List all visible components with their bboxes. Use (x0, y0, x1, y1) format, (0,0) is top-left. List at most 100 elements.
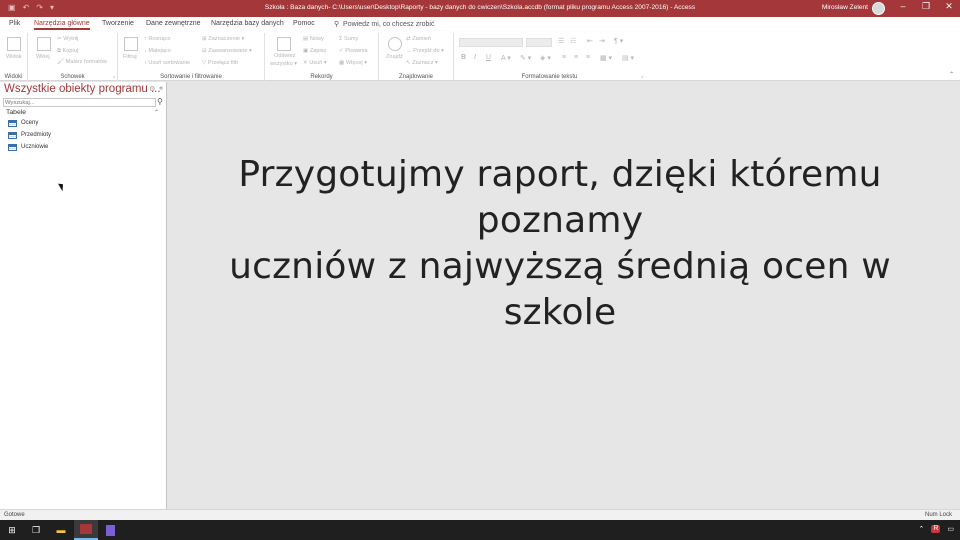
totals-button[interactable]: Σ Sumy (339, 36, 358, 42)
access-icon (80, 524, 92, 534)
start-button[interactable]: ⊞ (0, 520, 24, 540)
view-button[interactable]: Widok (6, 54, 22, 60)
nav-item-uczniowie[interactable]: Uczniowie (8, 142, 48, 152)
refresh-all-button[interactable]: Odśwież (274, 53, 295, 59)
tab-plik[interactable]: Plik (9, 20, 20, 27)
task-view-button[interactable]: ❐ (24, 520, 48, 540)
group-label-schowek: Schowek (60, 74, 85, 80)
paste-icon[interactable] (37, 37, 51, 51)
navpane-group-tables[interactable]: Tabele (6, 109, 26, 116)
refresh-all-button-line2[interactable]: wszystko ▾ (270, 61, 297, 67)
delete-icon: ✕ (303, 60, 308, 66)
align-center-icon[interactable]: ≡ (574, 54, 578, 61)
advanced-button[interactable]: ⊟ Zaawansowane ▾ (202, 48, 252, 54)
shutter-bar-close-icon[interactable]: « (159, 85, 163, 93)
tab-external-data[interactable]: Dane zewnętrzne (146, 20, 200, 27)
format-dialog-launcher-icon[interactable]: ⌟ (641, 73, 643, 79)
select-button[interactable]: ↖ Zaznacz ▾ (406, 60, 438, 66)
fill-color-icon[interactable]: ◈ ▾ (540, 54, 551, 62)
navigation-pane: Wszystkie obiekty programu ... ⊙ « ⚲ Tab… (0, 82, 167, 509)
notepad-taskbar-button[interactable] (98, 520, 122, 540)
caption-line-1: Przygotujmy raport, dzięki któremu pozna… (238, 154, 882, 241)
indent-icon[interactable]: ⇤ (587, 37, 593, 45)
tab-home[interactable]: Narzędzia główne (34, 20, 90, 30)
bold-button[interactable]: B (461, 54, 466, 61)
tab-help[interactable]: Pomoc (293, 20, 315, 27)
remove-sort-button[interactable]: ↕ Usuń sortowanie (144, 60, 190, 66)
align-right-icon[interactable]: ≡ (586, 54, 590, 61)
navpane-search-input[interactable] (3, 98, 156, 107)
more-button[interactable]: ▦ Więcej ▾ (339, 60, 367, 66)
spelling-button[interactable]: ✓ Pisownia (339, 48, 368, 54)
overlay-caption: Przygotujmy raport, dzięki któremu pozna… (208, 152, 912, 336)
dialog-launcher-icon[interactable]: ⌟ (113, 73, 115, 79)
tray-expand-icon[interactable]: ⌃ (918, 525, 924, 533)
collapse-ribbon-icon[interactable]: ⌃ (949, 71, 954, 78)
find-icon[interactable] (388, 37, 402, 51)
paragraph-icon[interactable]: ¶ ▾ (614, 37, 623, 45)
font-color-icon[interactable]: A ▾ (501, 54, 511, 62)
restore-icon[interactable]: ❐ (921, 1, 931, 12)
navpane-menu-icon[interactable]: ⊙ (149, 85, 155, 93)
numbering-icon[interactable]: ☷ (570, 37, 576, 45)
filter-button[interactable]: Filtruj (123, 54, 137, 60)
access-tray-icon[interactable]: R (931, 525, 941, 533)
notification-icon[interactable]: ▭ (947, 525, 954, 533)
view-icon[interactable] (7, 37, 21, 51)
nav-item-przedmioty[interactable]: Przedmioty (8, 130, 51, 140)
file-explorer-button[interactable]: ▬ (49, 520, 73, 540)
alternate-row-icon[interactable]: ▤ ▾ (622, 54, 634, 62)
font-name-dropdown[interactable] (459, 38, 523, 47)
tab-create[interactable]: Tworzenie (102, 20, 134, 27)
group-label-znajdowanie: Znajdowanie (398, 74, 434, 80)
delete-record-button[interactable]: ✕ Usuń ▾ (303, 60, 327, 66)
underline-button[interactable]: U (486, 54, 491, 61)
align-left-icon[interactable]: ≡ (562, 54, 566, 61)
font-size-dropdown[interactable] (526, 38, 552, 47)
close-icon[interactable]: ✕ (944, 1, 954, 12)
tell-me-box[interactable]: ⚲ Powiedz mi, co chcesz zrobić (334, 20, 434, 28)
format-painter-button[interactable]: 🖌 Malarz formatów (57, 59, 107, 65)
minimize-icon[interactable]: – (898, 1, 908, 12)
access-taskbar-button[interactable] (74, 520, 98, 540)
toggle-filter-icon: ▽ (202, 60, 207, 66)
navpane-header-icons: ⊙ « (149, 85, 163, 93)
collapse-group-icon[interactable]: ⌃ (154, 109, 159, 116)
copy-icon: ⧉ (57, 48, 61, 54)
outdent-icon[interactable]: ⇥ (599, 37, 605, 45)
status-bar: Gotowe Num Lock (0, 509, 960, 520)
goto-button[interactable]: → Przejdź do ▾ (406, 48, 444, 54)
group-label-rekordy: Rekordy (310, 74, 333, 80)
sort-desc-button[interactable]: ↓ Malejąco (144, 48, 171, 54)
cut-button[interactable]: ✂ Wytnij (57, 36, 78, 42)
user-name[interactable]: Mirosław Zelent (822, 4, 868, 11)
save-record-button[interactable]: ▣ Zapisz (303, 48, 326, 54)
replace-button[interactable]: ⇄ Zamień (406, 36, 431, 42)
selection-button[interactable]: ⊞ Zaznaczenie ▾ (202, 36, 244, 42)
italic-button[interactable]: I (474, 54, 476, 61)
document-icon (105, 524, 115, 536)
refresh-icon[interactable] (277, 37, 291, 51)
find-button[interactable]: Znajdź (386, 54, 403, 60)
table-icon (8, 143, 17, 151)
copy-button[interactable]: ⧉ Kopiuj (57, 48, 78, 55)
highlight-icon[interactable]: ✎ ▾ (520, 54, 531, 62)
num-lock-indicator: Num Lock (924, 512, 952, 518)
toggle-filter-button[interactable]: ▽ Przełącz filtr (202, 60, 238, 66)
filter-icon[interactable] (124, 37, 138, 51)
sort-asc-button[interactable]: ↑ Rosnąco (144, 36, 170, 42)
bullets-icon[interactable]: ☰ (558, 37, 564, 45)
new-record-button[interactable]: ▤ Nowy (303, 36, 324, 42)
advanced-icon: ⊟ (202, 48, 207, 54)
avatar[interactable] (872, 2, 885, 15)
navpane-header[interactable]: Wszystkie obiekty programu ... (4, 83, 161, 95)
gridlines-icon[interactable]: ▦ ▾ (600, 54, 612, 62)
tab-database-tools[interactable]: Narzędzia bazy danych (211, 20, 284, 27)
nav-item-oceny[interactable]: Oceny (8, 118, 38, 128)
caption-line-2: uczniów z najwyższą średnią ocen w szkol… (229, 246, 891, 333)
search-icon[interactable]: ⚲ (157, 97, 163, 106)
paste-button[interactable]: Wklej (36, 54, 50, 60)
sort-asc-icon: ↑ (144, 36, 147, 42)
system-tray: ⌃ R ▭ (918, 525, 954, 533)
title-bar: ▣ ↶ ↷ ▾ Szkoła : Baza danych- C:\Users\u… (0, 0, 960, 17)
